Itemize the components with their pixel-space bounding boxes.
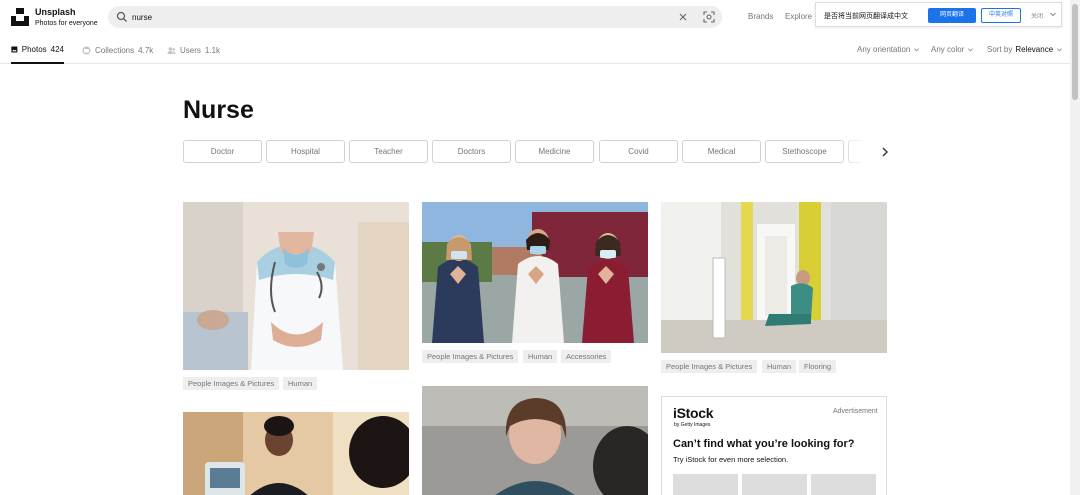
chevron-down-icon	[1057, 48, 1063, 52]
search-icon[interactable]	[116, 11, 128, 23]
orientation-filter-label: Any orientation	[857, 45, 911, 54]
translate-question: 是否将当前网页翻译成中文	[824, 13, 908, 20]
collections-icon	[82, 46, 91, 54]
photo-tag[interactable]: People Images & Pictures	[183, 377, 280, 390]
tab-users-label: Users	[180, 45, 201, 55]
photo-tag[interactable]: Human	[762, 360, 797, 373]
istock-logo-sub: by Getty Images	[674, 422, 711, 428]
related-chip[interactable]: Doctors	[432, 140, 511, 163]
sort-filter[interactable]: Sort by Relevance	[987, 45, 1063, 54]
tab-users[interactable]: Users 1.1k	[167, 36, 220, 64]
related-chip[interactable]: Medical	[682, 140, 761, 163]
photo-nurse-patient[interactable]	[183, 412, 409, 495]
advertisement-label: Advertisement	[833, 408, 878, 415]
translate-page-button[interactable]: 网页翻译	[928, 8, 976, 23]
ad-subtext: Try iStock for even more selection.	[673, 455, 789, 464]
translate-popup: 是否将当前网页翻译成中文 网页翻译 中英对照 关闭	[815, 2, 1062, 27]
top-header: Unsplash Photos for everyone Brands Expl…	[0, 0, 1070, 36]
related-searches: Doctor Hospital Teacher Doctors Medicine…	[183, 140, 903, 164]
ad-thumbnail[interactable]	[811, 474, 876, 495]
chevron-down-icon	[914, 48, 920, 52]
photo-tag[interactable]: People Images & Pictures	[661, 360, 758, 373]
orientation-filter[interactable]: Any orientation	[857, 45, 920, 54]
color-filter-label: Any color	[931, 45, 965, 54]
photo-nurses-heart-hands[interactable]	[422, 202, 648, 343]
visual-search-icon[interactable]	[702, 10, 716, 24]
unsplash-logo-icon[interactable]	[11, 8, 29, 26]
related-chip[interactable]: Covid	[599, 140, 678, 163]
istock-advertisement[interactable]: iStock by Getty Images Advertisement Can…	[661, 396, 887, 495]
users-icon	[167, 46, 176, 54]
scrollbar-thumb[interactable]	[1072, 4, 1078, 100]
nav-brands-link[interactable]: Brands	[748, 12, 773, 21]
chips-fade	[840, 140, 903, 164]
search-bar	[108, 6, 722, 28]
photo-tag[interactable]: Flooring	[799, 360, 837, 373]
tab-photos[interactable]: Photos 424	[11, 36, 64, 64]
tab-collections[interactable]: Collections 4.7k	[82, 36, 153, 64]
photo-icon	[11, 46, 18, 52]
chevron-down-icon[interactable]	[1049, 10, 1057, 18]
color-filter[interactable]: Any color	[931, 45, 974, 54]
related-chip[interactable]: Doctor	[183, 140, 262, 163]
nav-explore-link[interactable]: Explore	[785, 12, 812, 21]
related-chip[interactable]: Hospital	[266, 140, 345, 163]
photo-tag[interactable]: People Images & Pictures	[422, 350, 519, 363]
photo-tag[interactable]: Accessories	[561, 350, 612, 363]
tab-collections-count: 4.7k	[138, 45, 154, 55]
tab-collections-label: Collections	[95, 45, 135, 55]
photo-nurse-smiling[interactable]	[422, 386, 648, 495]
related-chip[interactable]: Medicine	[515, 140, 594, 163]
ad-thumbnail[interactable]	[742, 474, 807, 495]
bilingual-button[interactable]: 中英对照	[981, 8, 1021, 23]
photo-nurse-hospital[interactable]	[183, 202, 409, 370]
related-chip[interactable]: Stethoscope	[765, 140, 844, 163]
istock-logo: iStock	[673, 405, 714, 421]
search-input[interactable]	[132, 9, 672, 25]
search-tabs-bar: Photos 424 Collections 4.7k Users 1.1k A…	[0, 36, 1070, 64]
brand-name: Unsplash	[35, 7, 76, 17]
photo-tag[interactable]: Human	[523, 350, 558, 363]
chevron-down-icon	[968, 48, 974, 52]
page-title: Nurse	[183, 96, 254, 124]
photo-nurse-hallway[interactable]	[661, 202, 887, 353]
ad-thumbnail[interactable]	[673, 474, 738, 495]
related-chip[interactable]: Teacher	[349, 140, 428, 163]
sort-prefix: Sort by	[987, 45, 1013, 54]
tab-photos-label: Photos	[21, 44, 47, 54]
clear-search-icon[interactable]	[676, 10, 690, 24]
tab-photos-count: 424	[50, 44, 64, 54]
sort-value: Relevance	[1015, 45, 1054, 54]
ad-headline: Can’t find what you’re looking for?	[673, 438, 855, 450]
tab-users-count: 1.1k	[204, 45, 221, 55]
page-scrollbar[interactable]	[1070, 0, 1080, 495]
brand-tagline: Photos for everyone	[35, 20, 98, 27]
translate-close-button[interactable]: 关闭	[1031, 11, 1043, 20]
chevron-right-icon[interactable]	[879, 146, 891, 158]
brand[interactable]: Unsplash Photos for everyone	[35, 7, 98, 29]
photo-tag[interactable]: Human	[283, 377, 318, 390]
